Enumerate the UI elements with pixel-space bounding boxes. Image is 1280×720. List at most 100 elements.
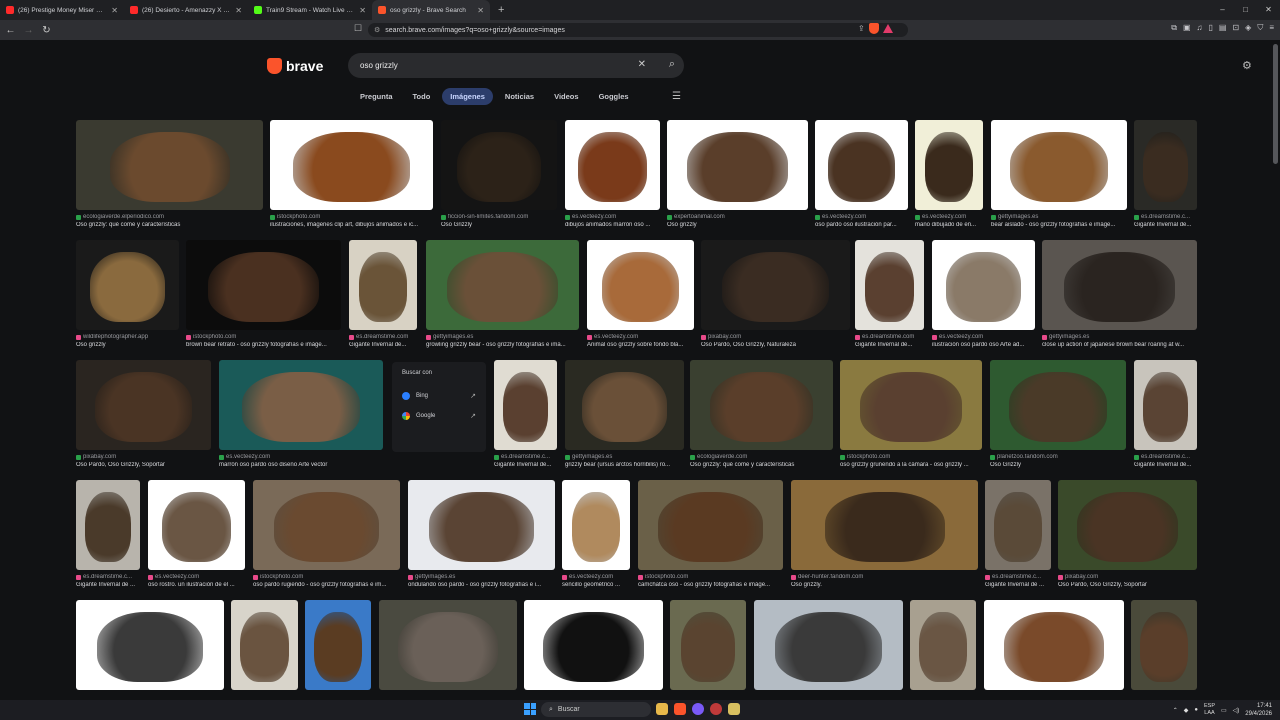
menu-icon[interactable]: ≡ xyxy=(1269,23,1274,33)
image-caption[interactable]: oso pardo oso ilustración par... xyxy=(815,222,908,228)
image-source[interactable]: es.vecteezy.com xyxy=(562,574,630,580)
bear-image-thumbnail[interactable] xyxy=(231,600,298,690)
image-source[interactable]: gettyimages.es xyxy=(565,454,684,460)
image-caption[interactable]: grizzly bear (ursus arctos horribilis) r… xyxy=(565,462,684,468)
image-source[interactable]: es.vecteezy.com xyxy=(148,574,245,580)
share-icon[interactable]: ⇪ xyxy=(858,24,865,33)
image-source[interactable]: es.dreamstime.c... xyxy=(76,574,140,580)
image-caption[interactable]: Oso Pardo, Oso Grizzly, Naturaleza xyxy=(701,342,850,348)
bear-image-thumbnail[interactable] xyxy=(76,480,140,570)
image-result[interactable] xyxy=(754,600,903,690)
image-result[interactable] xyxy=(910,600,976,690)
close-tab-icon[interactable]: ✕ xyxy=(235,6,242,15)
messenger-icon[interactable] xyxy=(692,703,704,715)
image-source[interactable]: es.dreamstime.com xyxy=(349,334,417,340)
bear-image-thumbnail[interactable] xyxy=(1131,600,1197,690)
image-result[interactable]: pixabay.com Oso Pardo, Oso Grizzly, Sopor… xyxy=(76,360,211,468)
bear-image-thumbnail[interactable] xyxy=(219,360,383,450)
bear-image-thumbnail[interactable] xyxy=(349,240,417,330)
clear-icon[interactable]: ✕ xyxy=(638,59,646,70)
image-source[interactable]: es.vecteezy.com xyxy=(565,214,660,220)
image-source[interactable]: es.dreamstime.c... xyxy=(1134,454,1197,460)
translate-icon[interactable]: ▣ xyxy=(1183,23,1191,33)
image-source[interactable]: pixabay.com xyxy=(76,454,211,460)
image-caption[interactable]: camchatca oso - oso grizzly fotografías … xyxy=(638,582,783,588)
close-tab-icon[interactable]: ✕ xyxy=(359,6,366,15)
image-caption[interactable]: oso rostro. un ilustración de el ... xyxy=(148,582,245,588)
image-result[interactable]: pixabay.com Oso Pardo, Oso Grizzly, Sopor… xyxy=(1058,480,1197,588)
wallet-icon[interactable]: ▤ xyxy=(1219,23,1227,33)
image-caption[interactable]: marrón oso pardo oso diseño Arte vector xyxy=(219,462,383,468)
bear-image-thumbnail[interactable] xyxy=(670,600,746,690)
image-caption[interactable]: Gigante Invernal de... xyxy=(494,462,557,468)
browser-tab[interactable]: (26) Desierto - Amenazzy X Don... ✕ xyxy=(124,0,248,20)
address-bar[interactable]: ⚙ search.brave.com/images?q=oso+grizzly&… xyxy=(368,23,908,37)
brave-browser-icon[interactable] xyxy=(674,703,686,715)
image-result[interactable] xyxy=(524,600,663,690)
image-caption[interactable]: Gigante Invernal de... xyxy=(855,342,924,348)
close-button[interactable]: ✕ xyxy=(1257,0,1280,20)
image-source[interactable]: planetzoo.fandom.com xyxy=(990,454,1126,460)
image-caption[interactable]: Oso Grizzly xyxy=(990,462,1126,468)
image-result[interactable]: es.vecteezy.com sencillo geométrico ... xyxy=(562,480,630,588)
image-result[interactable]: istockphoto.com oso grizzly gruñendo a la… xyxy=(840,360,982,468)
bear-image-thumbnail[interactable] xyxy=(565,360,684,450)
image-result[interactable]: ecologiaverde.elperiodico.com Oso grizzly… xyxy=(76,120,263,228)
vpn-icon[interactable]: ◈ xyxy=(1245,23,1251,33)
search-input[interactable]: oso grizzly ✕ ⌕ xyxy=(348,53,684,78)
brave-shields-icon[interactable] xyxy=(868,23,879,34)
image-result[interactable]: deer-hunter.fandom.com Oso grizzly. xyxy=(791,480,978,588)
image-caption[interactable]: ondulando oso pardo - oso grizzly fotogr… xyxy=(408,582,555,588)
bear-image-thumbnail[interactable] xyxy=(915,120,983,210)
image-result[interactable]: gettyimages.es close up action of japanes… xyxy=(1042,240,1197,348)
image-caption[interactable]: ilustraciones, imágenes clip art, dibujo… xyxy=(270,222,433,228)
bear-image-thumbnail[interactable] xyxy=(991,120,1127,210)
back-icon[interactable]: ← xyxy=(3,25,18,36)
image-source[interactable]: wildlifephotographer.app xyxy=(76,334,179,340)
image-source[interactable]: gettyimages.es xyxy=(991,214,1127,220)
image-caption[interactable]: dibujos animados marrón oso ... xyxy=(565,222,660,228)
image-source[interactable]: istockphoto.com xyxy=(638,574,783,580)
scrollbar[interactable] xyxy=(1273,44,1278,164)
tab-todo[interactable]: Todo xyxy=(405,88,439,105)
forward-icon[interactable]: → xyxy=(21,25,36,36)
image-caption[interactable]: Gigante Invernal de... xyxy=(349,342,417,348)
image-result[interactable]: ficcion-sin-limites.fandom.com Oso Grizzl… xyxy=(441,120,557,228)
image-caption[interactable]: Oso grizzly: qué come y características xyxy=(76,222,263,228)
bear-image-thumbnail[interactable] xyxy=(524,600,663,690)
bear-image-thumbnail[interactable] xyxy=(270,120,433,210)
bear-image-thumbnail[interactable] xyxy=(253,480,400,570)
image-result[interactable]: es.dreamstime.c... Gigante Invernal de... xyxy=(1134,360,1197,468)
bear-image-thumbnail[interactable] xyxy=(441,120,557,210)
brave-rewards-icon[interactable] xyxy=(882,24,893,33)
image-source[interactable]: expertoanimal.com xyxy=(667,214,808,220)
sidebar-icon[interactable]: ▯ xyxy=(1209,23,1213,33)
image-caption[interactable]: Oso Pardo, Oso Grizzly, Soportar xyxy=(76,462,211,468)
bear-image-thumbnail[interactable] xyxy=(754,600,903,690)
image-source[interactable]: deer-hunter.fandom.com xyxy=(791,574,978,580)
image-source[interactable]: istockphoto.com xyxy=(253,574,400,580)
tab-videos[interactable]: Videos xyxy=(546,88,586,105)
bear-image-thumbnail[interactable] xyxy=(76,360,211,450)
bear-image-thumbnail[interactable] xyxy=(932,240,1035,330)
image-result[interactable]: istockphoto.com ilustraciones, imágenes c… xyxy=(270,120,433,228)
language-indicator[interactable]: ESP LAA xyxy=(1204,703,1215,717)
image-result[interactable] xyxy=(76,600,224,690)
bear-image-thumbnail[interactable] xyxy=(76,240,179,330)
tab-noticias[interactable]: Noticias xyxy=(497,88,542,105)
image-result[interactable]: es.vecteezy.com mano dibujado de en... xyxy=(915,120,983,228)
bear-image-thumbnail[interactable] xyxy=(984,600,1124,690)
new-tab-button[interactable]: + xyxy=(498,4,504,16)
image-caption[interactable]: close up action of japanese brown bear r… xyxy=(1042,342,1197,348)
bear-image-thumbnail[interactable] xyxy=(494,360,557,450)
tab-pregunta[interactable]: Pregunta xyxy=(352,88,401,105)
reload-icon[interactable]: ↻ xyxy=(39,25,54,36)
bear-image-thumbnail[interactable] xyxy=(1042,240,1197,330)
image-source[interactable]: es.vecteezy.com xyxy=(815,214,908,220)
image-caption[interactable]: ilustración oso pardo oso Arte ad... xyxy=(932,342,1035,348)
bear-image-thumbnail[interactable] xyxy=(791,480,978,570)
image-source[interactable]: istockphoto.com xyxy=(186,334,341,340)
close-tab-icon[interactable]: ✕ xyxy=(111,6,118,15)
windows-start-icon[interactable] xyxy=(524,703,536,715)
image-result[interactable]: es.vecteezy.com oso rostro. un ilustració… xyxy=(148,480,245,588)
